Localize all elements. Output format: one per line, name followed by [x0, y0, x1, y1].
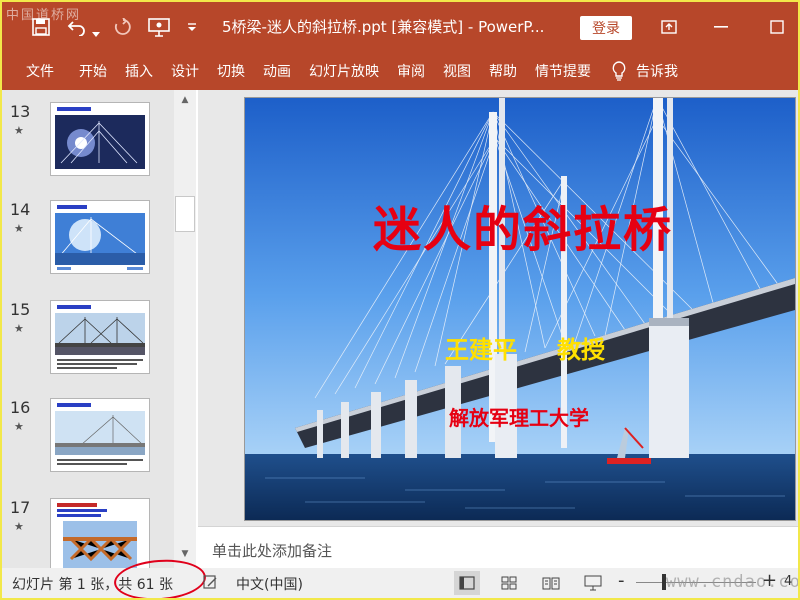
tell-me-search[interactable]: 告诉我 — [636, 52, 687, 90]
tab-item-9[interactable]: 帮助 — [480, 52, 526, 90]
language-indicator[interactable]: 中文(中国) — [236, 574, 303, 594]
thumbnail-slide-17[interactable]: 17 ★ — [2, 490, 174, 568]
thumbnail-slide-14[interactable]: 14 ★ — [2, 192, 174, 288]
animation-star-icon: ★ — [14, 322, 24, 335]
thumbnail-slide-16[interactable]: 16 ★ — [2, 390, 174, 486]
thumbnail-slide-13[interactable]: 13 ★ — [2, 94, 174, 190]
tab-item-7[interactable]: 审阅 — [388, 52, 434, 90]
window-title: 5桥梁-迷人的斜拉桥.ppt [兼容模式] - PowerP... — [222, 18, 545, 36]
thumbnail-number: 16 — [10, 398, 31, 417]
tab-item-2[interactable]: 插入 — [116, 52, 162, 90]
thumbnail-scrollbar[interactable]: ▲ ▼ — [174, 90, 196, 568]
status-bar: 幻灯片 第 1 张，共 61 张 中文(中国) - www.cndao.com … — [2, 556, 800, 598]
animation-star-icon: ★ — [14, 222, 24, 235]
slide-school[interactable]: 解放军理工大学 — [449, 402, 589, 431]
thumbnail-image — [50, 300, 150, 374]
normal-view-icon[interactable] — [454, 571, 480, 595]
bridge-photo — [245, 98, 795, 520]
tab-item-6[interactable]: 幻灯片放映 — [300, 52, 388, 90]
tab-file[interactable]: 文件 — [2, 52, 70, 90]
tab-item-4[interactable]: 切换 — [208, 52, 254, 90]
spelling-check-icon[interactable] — [202, 574, 218, 590]
scroll-thumb[interactable] — [175, 196, 195, 232]
thumbnail-number: 17 — [10, 498, 31, 517]
slide-thumbnail-panel: 13 ★ 14 ★ 15 ★ 16 ★ 17 ★ — [2, 90, 174, 568]
animation-star-icon: ★ — [14, 520, 24, 533]
tab-item-8[interactable]: 视图 — [434, 52, 480, 90]
thumbnail-image — [50, 200, 150, 274]
maximize-icon[interactable] — [762, 14, 792, 40]
app-window: 中国道桥网 5桥梁-迷人的斜拉桥.ppt [兼容模式] - PowerP... … — [0, 0, 800, 600]
slide-sorter-icon[interactable] — [496, 571, 522, 595]
animation-star-icon: ★ — [14, 124, 24, 137]
slide-author-name[interactable]: 王建平 — [445, 330, 517, 365]
animation-star-icon: ★ — [14, 420, 24, 433]
slide-author-title[interactable]: 教授 — [557, 330, 605, 365]
slide-title[interactable]: 迷人的斜拉桥 — [373, 190, 673, 260]
title-bar: 中国道桥网 5桥梁-迷人的斜拉桥.ppt [兼容模式] - PowerP... … — [2, 2, 798, 52]
zoom-level[interactable]: 4 — [784, 574, 792, 589]
redo-icon[interactable] — [110, 14, 136, 40]
thumbnail-slide-15[interactable]: 15 ★ — [2, 292, 174, 388]
lightbulb-icon[interactable] — [612, 61, 630, 81]
zoom-in-button[interactable]: + — [762, 570, 777, 591]
scroll-up-icon[interactable]: ▲ — [176, 92, 194, 108]
save-icon[interactable] — [28, 14, 54, 40]
zoom-out-button[interactable]: - — [618, 570, 625, 591]
undo-dropdown-icon[interactable] — [90, 22, 102, 48]
ribbon-display-icon[interactable] — [654, 14, 684, 40]
customize-toolbar-icon[interactable] — [184, 14, 200, 40]
thumbnail-image — [50, 102, 150, 176]
slideshow-icon[interactable] — [580, 571, 606, 595]
thumbnail-number: 15 — [10, 300, 31, 319]
thumbnail-image — [50, 398, 150, 472]
tab-item-3[interactable]: 设计 — [162, 52, 208, 90]
watermark-bottom: www.cndao.com — [666, 572, 800, 592]
thumbnail-number: 13 — [10, 102, 31, 121]
current-slide[interactable]: 迷人的斜拉桥 王建平 教授 解放军理工大学 — [244, 97, 796, 521]
ribbon-tabs: 文件 开始 插入 设计 切换 动画 幻灯片放映 审阅 视图 帮助 情节提要 告诉我 — [2, 52, 798, 90]
notes-pane[interactable]: 单击此处添加备注 — [198, 526, 798, 569]
notes-placeholder[interactable]: 单击此处添加备注 — [212, 540, 332, 561]
slide-editing-area: 迷人的斜拉桥 王建平 教授 解放军理工大学 — [198, 90, 798, 526]
thumbnail-number: 14 — [10, 200, 31, 219]
tab-item-5[interactable]: 动画 — [254, 52, 300, 90]
reading-view-icon[interactable] — [538, 571, 564, 595]
login-button[interactable]: 登录 — [580, 16, 632, 40]
ribbon-tab-list: 文件 开始 插入 设计 切换 动画 幻灯片放映 审阅 视图 帮助 情节提要 告诉我 — [2, 52, 687, 90]
thumbnail-image — [50, 498, 150, 568]
tab-item-1[interactable]: 开始 — [70, 52, 116, 90]
undo-icon[interactable] — [64, 14, 90, 40]
tab-item-10[interactable]: 情节提要 — [526, 52, 600, 90]
present-from-start-icon[interactable] — [146, 14, 172, 40]
minimize-icon[interactable] — [706, 14, 736, 40]
